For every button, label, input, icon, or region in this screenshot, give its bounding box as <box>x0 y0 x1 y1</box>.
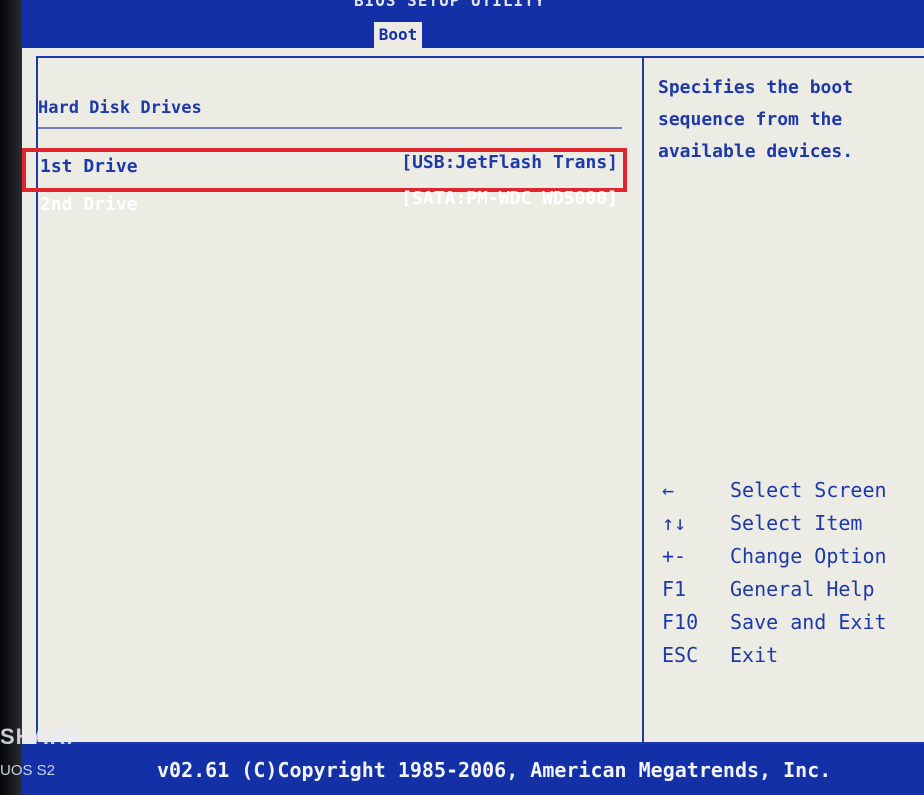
selection-highlight <box>22 148 627 192</box>
key-desc: Exit <box>730 643 779 667</box>
section-rule <box>38 127 622 129</box>
key-desc: General Help <box>730 577 875 601</box>
key-desc: Save and Exit <box>730 610 887 634</box>
key-desc: Select Item <box>730 511 863 535</box>
key-name: F1 <box>662 577 687 601</box>
drive-label: 2nd Drive <box>40 194 138 215</box>
key-name: ↑↓ <box>662 511 687 535</box>
key-row: ↑↓ Select Item <box>662 507 924 540</box>
section-title: Hard Disk Drives <box>38 98 202 118</box>
tab-boot[interactable]: Boot <box>374 22 422 48</box>
copyright-footer: v02.61 (C)Copyright 1985-2006, American … <box>157 758 832 782</box>
key-row: F10 Save and Exit <box>662 606 924 639</box>
key-legend: ← Select Screen ↑↓ Select Item +- Change… <box>662 474 924 672</box>
bios-header-title: BIOS SETUP UTILITY <box>354 0 546 10</box>
monitor-brand: SHARP <box>0 724 83 749</box>
key-name: ← <box>662 478 675 502</box>
key-name: ESC <box>662 643 699 667</box>
key-name: +- <box>662 544 687 568</box>
key-row: ESC Exit <box>662 639 924 672</box>
panel-divider <box>642 56 644 744</box>
bios-screen: BIOS SETUP UTILITY Boot Hard Disk Drives… <box>22 0 924 795</box>
key-name: F10 <box>662 610 699 634</box>
help-text: Specifies the boot sequence from the ava… <box>658 77 854 162</box>
key-row: ← Select Screen <box>662 474 924 507</box>
key-row: +- Change Option <box>662 540 924 573</box>
drive-row-2nd[interactable]: 2nd Drive [SATA:PM-WDC WD5000] <box>38 188 624 220</box>
drive-value[interactable]: [SATA:PM-WDC WD5000] <box>401 188 618 209</box>
monitor-bezel <box>0 0 22 795</box>
key-desc: Select Screen <box>730 478 887 502</box>
key-row: F1 General Help <box>662 573 924 606</box>
monitor-model: UOS S2 <box>0 762 56 779</box>
key-desc: Change Option <box>730 544 887 568</box>
